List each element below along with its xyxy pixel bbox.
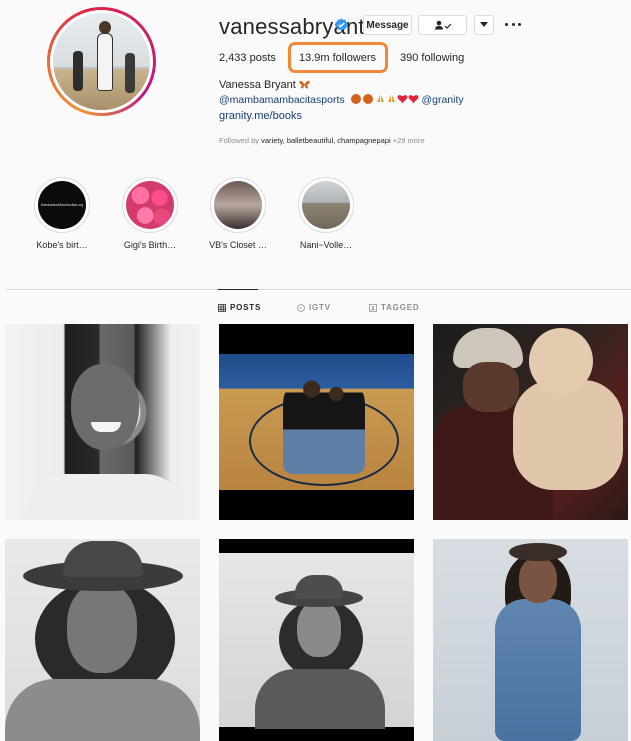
post-thumbnail[interactable] (5, 539, 200, 741)
person-check-icon (434, 20, 451, 30)
avatar-photo (53, 13, 150, 110)
heart-emoji-icon (408, 95, 418, 103)
highlight-cover-text: MambaandMambacitas.org (40, 203, 84, 207)
praying-hands-emoji-icon (387, 95, 395, 102)
profile-website-link[interactable]: granity.me/books (219, 110, 302, 122)
highlight-image: MambaandMambacitas.org (38, 181, 86, 229)
highlight-label: VB's Closet … (209, 240, 267, 250)
praying-hands-emoji-icon (376, 95, 384, 102)
heart-emoji-icon (397, 95, 407, 103)
butterfly-emoji-icon (299, 80, 310, 89)
highlight-label: Gigi's Birth… (123, 240, 177, 250)
following-button[interactable] (418, 15, 467, 35)
verified-badge-icon (335, 18, 348, 31)
followed-by-prefix: Followed by (219, 136, 260, 145)
following-link[interactable]: 390 following (400, 52, 464, 64)
suggested-dropdown-button[interactable] (474, 15, 494, 35)
highlight-image (126, 181, 174, 229)
followed-by-names: variety, balletbeautiful, champagnepapi (261, 136, 391, 145)
profile-avatar[interactable] (47, 7, 156, 116)
tab-posts-label: POSTS (230, 303, 262, 312)
bio-handle2-link[interactable]: @granity (421, 94, 463, 106)
profile-full-name: Vanessa Bryant (219, 79, 310, 91)
followed-by-text[interactable]: Followed by variety, balletbeautiful, ch… (219, 136, 425, 145)
highlight-cover (298, 177, 354, 233)
post-thumbnail[interactable] (5, 324, 200, 520)
followers-annotation-box (288, 42, 388, 73)
basketball-emoji-icon (362, 94, 373, 104)
ellipsis-icon (505, 22, 508, 26)
highlight-image (214, 181, 262, 229)
highlight-image (302, 181, 350, 229)
chevron-down-icon (480, 22, 488, 27)
posts-count: 2,433 posts (219, 52, 276, 64)
highlight-nani-volleyball[interactable]: Nani~Volle… (296, 177, 356, 250)
message-button[interactable]: Message (363, 15, 412, 35)
grid-icon (218, 303, 226, 312)
followed-by-more: +29 more (392, 136, 425, 145)
post-thumbnail[interactable] (219, 324, 414, 520)
highlight-label: Kobe's birt… (36, 240, 88, 250)
igtv-icon (297, 303, 305, 312)
tab-igtv[interactable]: IGTV (297, 303, 331, 312)
tag-icon (369, 303, 377, 312)
highlight-kobes-birthday[interactable]: MambaandMambacitas.org Kobe's birt… (32, 177, 92, 250)
bio-handle-link[interactable]: @mambamambacitasports (219, 94, 345, 106)
highlight-cover (122, 177, 178, 233)
active-tab-indicator (218, 289, 258, 290)
tab-posts[interactable]: POSTS (218, 303, 261, 312)
avatar-frame (50, 10, 153, 113)
profile-bio: @mambamambacitasports @granity (219, 94, 464, 106)
more-options-button[interactable] (505, 16, 521, 32)
post-thumbnail[interactable] (219, 539, 414, 741)
post-thumbnail[interactable] (433, 324, 628, 520)
highlight-vbs-closet[interactable]: VB's Closet … (208, 177, 268, 250)
highlight-cover (210, 177, 266, 233)
tab-tagged-label: TAGGED (381, 303, 420, 312)
highlight-gigis-birthday[interactable]: Gigi's Birth… (120, 177, 180, 250)
full-name-text: Vanessa Bryant (219, 79, 296, 91)
basketball-emoji-icon (350, 94, 361, 104)
tab-igtv-label: IGTV (309, 303, 331, 312)
highlight-cover: MambaandMambacitas.org (34, 177, 90, 233)
tabs-divider (5, 289, 631, 290)
tab-tagged[interactable]: TAGGED (369, 303, 419, 312)
highlight-label: Nani~Volle… (299, 240, 353, 250)
post-thumbnail[interactable] (433, 539, 628, 741)
